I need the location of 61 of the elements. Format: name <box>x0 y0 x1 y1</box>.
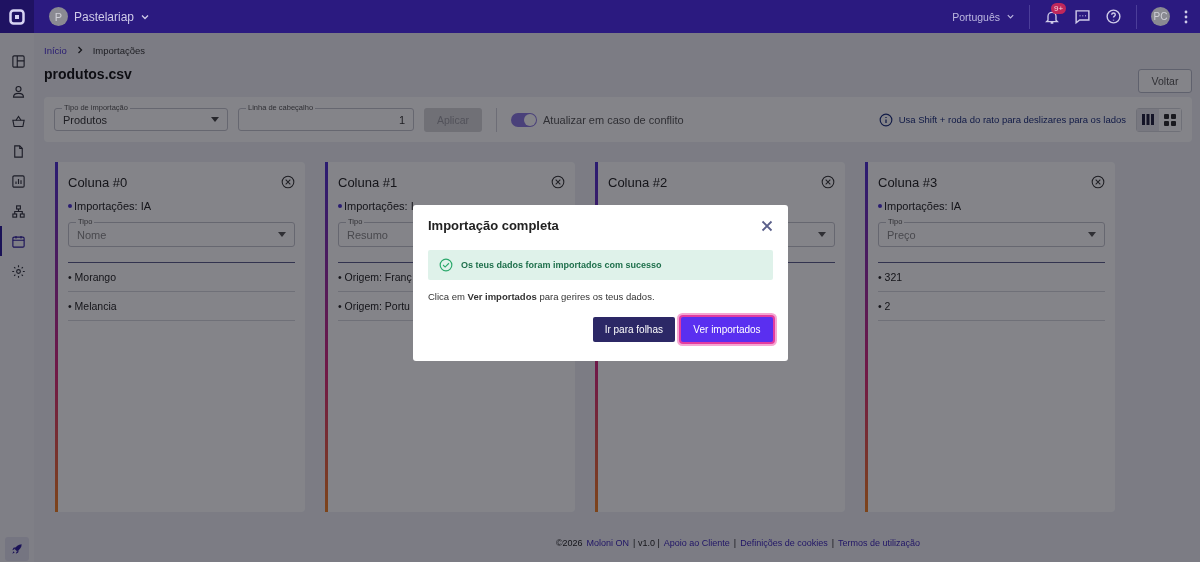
remove-column-icon[interactable] <box>821 175 835 189</box>
remove-column-icon[interactable] <box>1091 175 1105 189</box>
help-icon[interactable] <box>1105 8 1122 25</box>
column-title: Coluna #3 <box>878 174 938 190</box>
more-vertical-icon[interactable] <box>1184 9 1188 24</box>
column-title: Coluna #0 <box>68 174 128 190</box>
notification-badge: 9+ <box>1051 2 1067 14</box>
footer-text: | <box>831 538 835 548</box>
toggle-switch[interactable] <box>511 112 537 127</box>
rocket-button[interactable] <box>5 537 29 561</box>
breadcrumb-item: Importações <box>92 44 145 56</box>
breadcrumb-item[interactable]: Início <box>44 44 67 56</box>
column-title: Coluna #1 <box>338 174 398 190</box>
company-name[interactable]: Pastelariap <box>74 9 135 24</box>
toggle-label: Atualizar em caso de conflito <box>543 113 684 126</box>
language-selector[interactable]: Português <box>952 10 1015 23</box>
calendar-icon <box>10 233 26 249</box>
import-source: Importações: I <box>344 199 414 212</box>
value-row: • Morango <box>68 263 295 292</box>
close-icon[interactable] <box>761 219 773 232</box>
footer-link[interactable]: Apoio ao Cliente <box>663 538 730 548</box>
column-title: Coluna #2 <box>608 174 668 190</box>
info-icon <box>878 112 893 127</box>
remove-column-icon[interactable] <box>551 175 565 189</box>
check-circle-icon <box>439 258 453 272</box>
chart-icon <box>10 173 26 189</box>
hierarchy-icon <box>10 203 26 219</box>
value-row: • Melancia <box>68 292 295 321</box>
company-avatar[interactable]: P <box>49 7 68 26</box>
app-logo-icon[interactable] <box>0 0 34 33</box>
back-button[interactable]: Voltar <box>1138 69 1192 93</box>
dropdown-arrow-icon <box>818 232 826 237</box>
chevron-down-icon <box>1006 12 1015 21</box>
hint-text: Usa Shift + roda do rato para deslizares para os lados <box>898 114 1126 125</box>
value-row: • 321 <box>878 263 1105 292</box>
dropdown-arrow-icon <box>278 232 286 237</box>
footer-link[interactable]: Moloni ON <box>586 538 630 548</box>
footer-text: | v1.0 | <box>633 538 660 548</box>
import-source: Importações: IA <box>884 199 962 212</box>
footer-text: | <box>733 538 737 548</box>
go-to-sheets-button[interactable]: Ir para folhas <box>592 317 675 342</box>
footer-link[interactable]: Termos de utilização <box>838 538 921 548</box>
gear-icon <box>10 263 26 279</box>
value-row: • 2 <box>878 292 1105 321</box>
rocket-icon <box>10 542 24 556</box>
import-source: Importações: IA <box>74 199 152 212</box>
dropdown-arrow-icon <box>1088 232 1096 237</box>
columns-view-button[interactable] <box>1137 108 1159 131</box>
user-icon <box>10 83 26 99</box>
page-title: produtos.csv <box>44 66 132 82</box>
remove-column-icon[interactable] <box>281 175 295 189</box>
dialog-title: Importação completa <box>428 218 559 233</box>
user-avatar[interactable]: PC <box>1151 7 1170 26</box>
footer-text: ©2026 <box>555 538 583 548</box>
dashboard-icon <box>10 53 26 69</box>
dropdown-arrow-icon <box>211 117 219 122</box>
basket-icon <box>10 113 26 129</box>
footer-link[interactable]: Definições de cookies <box>740 538 828 548</box>
chat-icon[interactable] <box>1074 8 1091 25</box>
grid-icon <box>1164 113 1176 126</box>
columns-icon <box>1142 114 1154 125</box>
